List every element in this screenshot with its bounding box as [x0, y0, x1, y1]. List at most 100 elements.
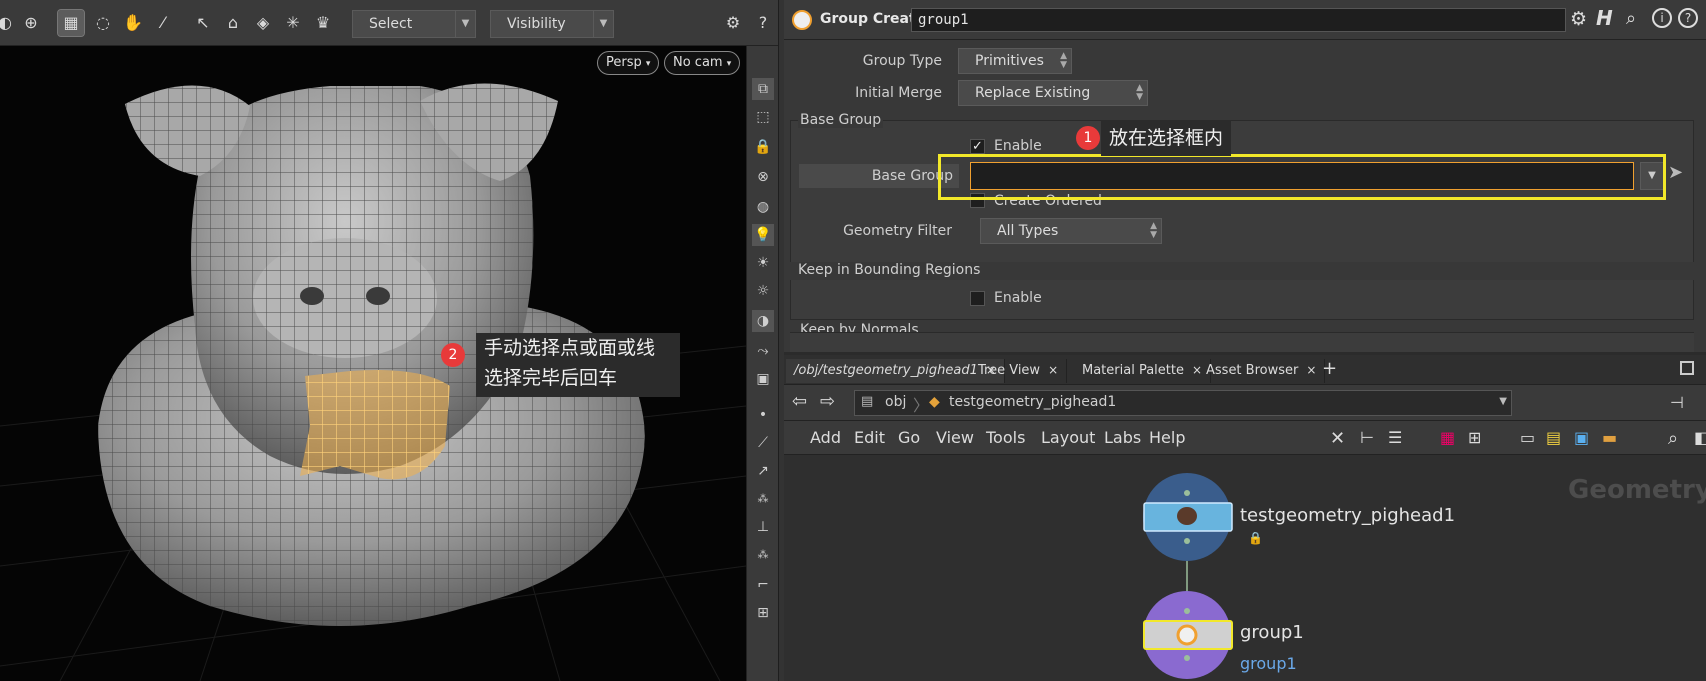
select-dropdown[interactable]: Select ▼	[352, 10, 476, 38]
vertex-icon[interactable]: ↗	[752, 460, 774, 482]
path-node[interactable]: testgeometry_pighead1	[949, 394, 1116, 410]
network-canvas[interactable]: Geometry testgeometry_pighead1 🔒 group1 …	[784, 455, 1706, 681]
color-palette-icon[interactable]: ▦	[1440, 428, 1455, 447]
keep-bounding-enable-checkbox[interactable]	[970, 291, 985, 306]
tab-tree-view[interactable]: Tree View ×	[970, 359, 1068, 383]
parameter-panel-lower: Enable Keep by Normals	[784, 272, 1706, 352]
persp-menu[interactable]: Persp ▾	[597, 51, 660, 75]
back-arrow-icon[interactable]: ⇦	[792, 391, 807, 412]
close-icon[interactable]: ×	[1048, 363, 1058, 377]
node-sublabel-group1: group1	[1240, 654, 1297, 673]
edge-icon[interactable]: ⟋	[752, 432, 774, 454]
geometry-filter-dropdown[interactable]: All Types ▲ ▼	[980, 218, 1162, 244]
enable-checkbox[interactable]: ✓	[970, 139, 985, 154]
search-icon[interactable]: ⌕	[1668, 428, 1678, 449]
shape-palette-icon[interactable]: ⊞	[1468, 428, 1481, 447]
node-label-testgeometry[interactable]: testgeometry_pighead1	[1240, 505, 1455, 526]
path-obj[interactable]: obj	[885, 394, 906, 410]
geometry-filter-value: All Types	[997, 223, 1059, 239]
menu-help[interactable]: Help	[1149, 428, 1185, 447]
tools-icon[interactable]: ✕	[1330, 428, 1345, 449]
geometry-filter-label: Geometry Filter	[843, 223, 952, 239]
handle-icon[interactable]: ◐	[0, 10, 18, 36]
select-connected-icon[interactable]: ✳	[280, 10, 306, 36]
menu-labs[interactable]: Labs	[1104, 428, 1141, 447]
obj-icon: ▤	[861, 394, 874, 409]
help-h-icon[interactable]: H	[1596, 6, 1613, 30]
path-field[interactable]: ▤ obj 〉 ◆ testgeometry_pighead1 ▼	[854, 390, 1512, 416]
tree-icon[interactable]: ⊢	[1360, 428, 1374, 447]
node-label-group1[interactable]: group1	[1240, 622, 1304, 643]
curve-icon[interactable]: ⌐	[752, 574, 774, 596]
tab-material-palette[interactable]: Material Palette ×	[1074, 359, 1212, 383]
menu-layout[interactable]: Layout	[1041, 428, 1095, 447]
initial-merge-dropdown[interactable]: Replace Existing ▲ ▼	[958, 80, 1148, 106]
menu-edit[interactable]: Edit	[854, 428, 885, 447]
network-menubar: Add Edit Go View Tools Layout Labs Help …	[784, 421, 1706, 455]
camera-menu[interactable]: No cam ▾	[664, 51, 741, 75]
menu-add[interactable]: Add	[810, 428, 841, 447]
add-tab-icon[interactable]: +	[1322, 358, 1337, 379]
snap-icon[interactable]: ⤳	[752, 340, 774, 362]
group-type-dropdown[interactable]: Primitives ▲ ▼	[958, 48, 1072, 74]
point-icon[interactable]: •	[752, 404, 774, 426]
path-separator-icon: 〉	[913, 396, 930, 415]
sphere-icon[interactable]: ◍	[752, 196, 774, 218]
close-icon[interactable]: ×	[1306, 363, 1316, 377]
display-options-icon[interactable]: ⚙	[720, 10, 746, 36]
visibility-dropdown-label: Visibility	[507, 16, 566, 32]
network-box-icon[interactable]: ▭	[1520, 428, 1535, 447]
select-arrow-icon[interactable]: ➤	[1668, 162, 1683, 183]
node-type-label: Group Create	[820, 11, 926, 27]
view-tool-icon[interactable]: ⊕	[18, 10, 44, 36]
gear-icon[interactable]: ⚙	[1570, 8, 1587, 30]
shadow-light-icon[interactable]: ☼	[752, 280, 774, 302]
wireframe-shaded-icon[interactable]: ⧉	[752, 78, 774, 100]
pin-icon[interactable]: ⊣	[1670, 393, 1684, 412]
light-icon[interactable]: ☀	[752, 252, 774, 274]
sticky-note-icon[interactable]: ▤	[1546, 428, 1561, 447]
list-icon[interactable]: ☰	[1388, 428, 1402, 447]
image-icon[interactable]: ▣	[1574, 428, 1589, 447]
annotation-badge-1: 1	[1076, 126, 1100, 150]
grid-snap-icon[interactable]: ⊞	[752, 602, 774, 624]
box-select-icon[interactable]: ▦	[57, 9, 85, 37]
info-icon[interactable]: i	[1652, 8, 1672, 28]
subnet-icon[interactable]: ▬	[1602, 428, 1617, 447]
highlight-box	[938, 154, 1666, 200]
point-numbers-icon[interactable]: ⁂	[752, 488, 774, 510]
menu-tools[interactable]: Tools	[986, 428, 1025, 447]
camera-icon[interactable]: ◧	[1694, 428, 1706, 447]
select-groups-icon[interactable]: ⌂	[220, 10, 246, 36]
3d-viewport[interactable]: Persp ▾ No cam ▾ 2 手动选择点或面或线 选择完毕后回车	[0, 46, 746, 681]
camera-icon[interactable]: ▣	[752, 368, 774, 390]
ghost-icon[interactable]: ⬚	[752, 106, 774, 128]
maximize-icon[interactable]	[1680, 361, 1694, 375]
select-points-icon[interactable]: ◈	[250, 10, 276, 36]
annotation-callout-1: 放在选择框内	[1101, 120, 1232, 156]
tab-asset-browser[interactable]: Asset Browser ×	[1198, 359, 1326, 383]
menu-go[interactable]: Go	[898, 428, 920, 447]
help-icon[interactable]: ?	[1678, 8, 1698, 28]
enable-label: Enable	[994, 138, 1042, 154]
lasso-select-icon[interactable]: ◌	[90, 10, 116, 36]
lightbulb-icon[interactable]: 💡	[752, 224, 774, 246]
close-circle-icon[interactable]: ⊗	[752, 166, 774, 188]
chevron-down-icon[interactable]: ▼	[1499, 396, 1507, 407]
forward-arrow-icon[interactable]: ⇨	[820, 391, 835, 412]
prim-numbers-icon[interactable]: ⁂	[752, 544, 774, 566]
brush-select-icon[interactable]: ✋	[120, 10, 146, 36]
visibility-dropdown[interactable]: Visibility ▼	[490, 10, 614, 38]
normals-icon[interactable]: ⊥	[752, 516, 774, 538]
menu-view[interactable]: View	[936, 428, 974, 447]
laser-select-icon[interactable]: ⁄	[150, 10, 176, 36]
help-icon[interactable]: ?	[750, 10, 776, 36]
lock-icon[interactable]: 🔒	[752, 136, 774, 158]
search-icon[interactable]: ⌕	[1626, 8, 1636, 29]
select-all-icon[interactable]: ♛	[310, 10, 336, 36]
parameter-header: Group Create group1 ⚙ H ⌕ i ?	[784, 0, 1706, 40]
node-name-field[interactable]: group1	[911, 8, 1566, 32]
shading-icon[interactable]: ◑	[752, 310, 774, 332]
select-geometry-icon[interactable]: ↖	[190, 10, 216, 36]
initial-merge-value: Replace Existing	[975, 85, 1091, 101]
